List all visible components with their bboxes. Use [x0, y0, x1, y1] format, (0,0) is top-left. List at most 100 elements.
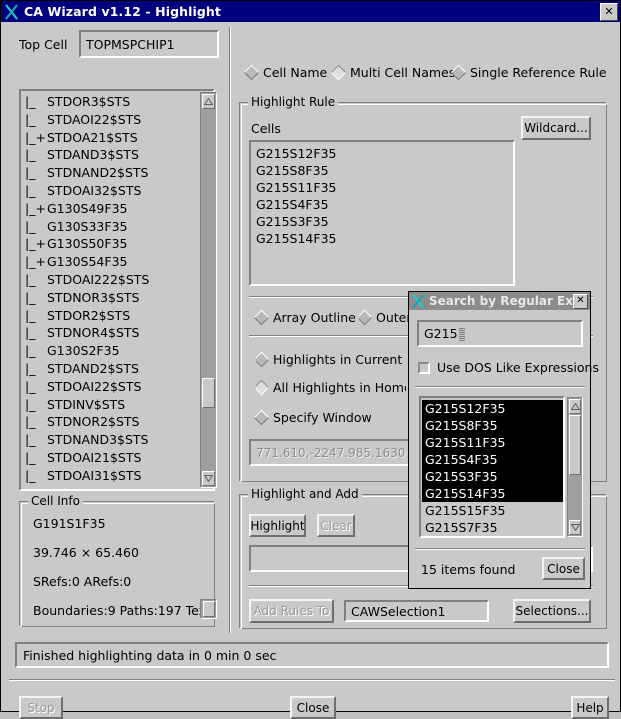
tree-item-prefix: |_ — [25, 449, 36, 465]
search-result-item[interactable]: G215S12F35 — [422, 400, 563, 417]
tree-item[interactable]: |_ STDOR3$STS — [21, 93, 213, 111]
tree-item[interactable]: |_ STDOAI31$STS — [21, 467, 213, 485]
tree-item[interactable]: |_ STDAND3$STS — [21, 146, 213, 164]
window-client-area: Top Cell TOPMSPCHIP1 |_ STDOR3$STS |_ STDAO… — [1, 22, 620, 719]
cell-info-hscrollbar[interactable] — [200, 599, 217, 619]
tree-item-label: STDAND3$STS — [47, 147, 139, 163]
window-title: CA Wizard v1.12 - Highlight — [24, 4, 222, 19]
radio-single-reference-rule[interactable]: Single Reference Rule — [450, 64, 607, 81]
cell-info-group: Cell Info G191S1F35 39.746 × 65.460 SRef… — [19, 494, 215, 627]
tree-item-prefix: |_ — [25, 289, 36, 305]
tree-item-label: STDNOR3$STS — [47, 289, 140, 305]
radio-cell-name[interactable]: Cell Name — [243, 64, 327, 81]
search-result-item[interactable]: G215S3F35 — [422, 468, 563, 485]
tree-item[interactable]: |_ STDNOR4$STS — [21, 324, 213, 342]
cells-list-item[interactable]: G215S11F35 — [253, 179, 513, 196]
tree-item[interactable]: |_ STDOR2$STS — [21, 307, 213, 325]
use-dos-like-expressions-checkbox[interactable]: Use DOS Like Expressions — [418, 360, 599, 375]
cells-list-item[interactable]: G215S14F35 — [253, 230, 513, 247]
tree-item[interactable]: |_+ STDOA21$STS — [21, 129, 213, 147]
tree-item[interactable]: |_ STDOAI22$STS — [21, 378, 213, 396]
tree-item-label: STDNAND3$STS — [47, 432, 149, 448]
tree-item[interactable]: |_ STDOAI21$STS — [21, 449, 213, 467]
cell-tree-vscrollbar[interactable] — [200, 92, 217, 488]
specify-window-coords-field[interactable]: 771.610,-2247.985.1630 — [249, 439, 415, 466]
checkbox-icon — [418, 361, 430, 374]
cells-rows: G215S12F35 G215S8F35 G215S11F35 G215S4F35 G2… — [251, 142, 513, 247]
search-query-field[interactable]: G215 — [417, 320, 583, 347]
search-close-button[interactable]: Close — [542, 557, 585, 580]
search-dialog-close-icon[interactable]: ✕ — [573, 293, 588, 309]
tree-item[interactable]: |_ STDNOR3$STS — [21, 289, 213, 307]
tree-item[interactable]: |_ STDINV$STS — [21, 396, 213, 414]
tree-item[interactable]: |_ STDNAND2$STS — [21, 164, 213, 182]
specify-window-coords-value: 771.610,-2247.985.1630 — [256, 445, 406, 460]
tree-item-prefix: |_ — [25, 147, 36, 163]
tree-item[interactable]: |_ STDOAI32$STS — [21, 182, 213, 200]
search-results-list[interactable]: G215S12F35 G215S8F35 G215S11F35 G215S4F35 G2… — [419, 396, 565, 538]
selections-button[interactable]: Selections... — [513, 599, 591, 623]
cells-list-item[interactable]: G215S4F35 — [253, 196, 513, 213]
search-results-vscrollbar[interactable] — [567, 397, 583, 537]
add-rules-to-button[interactable]: Add Rules To — [249, 599, 334, 623]
help-button[interactable]: Help — [571, 696, 609, 719]
search-result-item[interactable]: G215S4F35 — [422, 451, 563, 468]
highlight-button[interactable]: Highlight — [249, 514, 306, 537]
cells-listbox[interactable]: G215S12F35 G215S8F35 G215S11F35 G215S4F35 G2… — [249, 140, 515, 286]
cells-list-item[interactable]: G215S12F35 — [253, 145, 513, 162]
search-result-item[interactable]: G215S11F35 — [422, 434, 563, 451]
tree-item[interactable]: |_ STDAOI22$STS — [21, 111, 213, 129]
scroll-thumb[interactable] — [202, 378, 215, 408]
scroll-down-icon[interactable] — [202, 471, 215, 486]
tree-item-prefix: |_+ — [25, 236, 46, 252]
tree-item-prefix: |_+ — [25, 200, 46, 216]
cells-list-item[interactable]: G215S3F35 — [253, 213, 513, 230]
cells-list-item[interactable]: G215S8F35 — [253, 162, 513, 179]
clear-button[interactable]: Clear — [317, 514, 355, 537]
tree-item[interactable]: |_ STDAND2$STS — [21, 360, 213, 378]
radio-specify-window[interactable]: Specify Window — [253, 409, 372, 426]
radio-highlights-in-current-window[interactable]: Highlights in Current Window — [256, 352, 406, 368]
radio-all-highlights-in-home-window[interactable]: All Highlights in Home Window — [256, 380, 406, 396]
radio-diamond-icon — [256, 352, 270, 368]
highlight-and-add-legend: Highlight and Add — [248, 487, 362, 501]
radio-diamond-icon — [359, 310, 373, 326]
search-result-item[interactable]: G215S15F35 — [422, 502, 563, 519]
tree-item[interactable]: |_ STDNOR2$STS — [21, 413, 213, 431]
tree-item-label: STDNAND2$STS — [47, 165, 149, 181]
wildcard-button[interactable]: Wildcard... — [521, 116, 591, 140]
tree-item-label: STDAND2$STS — [47, 360, 139, 376]
tree-item[interactable]: |_ STDOAI222$STS — [21, 271, 213, 289]
tree-item-label: STDINV$STS — [47, 396, 126, 412]
highlight-rule-legend: Highlight Rule — [248, 95, 339, 109]
tree-item-label: STDOR3$STS — [47, 94, 131, 109]
radio-outer-outline[interactable]: Outer Outline — [359, 310, 409, 326]
cell-tree-list[interactable]: |_ STDOR3$STS |_ STDAOI22$STS |_+ STDOA21$STS… — [19, 89, 215, 491]
scroll-down-icon[interactable] — [569, 520, 581, 535]
tree-item-prefix: |_ — [25, 378, 36, 394]
search-result-item[interactable]: G215S14F35 — [422, 485, 563, 502]
tree-item[interactable]: |_+ G130S50F35 — [21, 235, 213, 253]
search-result-item[interactable]: G215S7F35 — [422, 519, 563, 536]
tree-item-prefix: |_ — [25, 343, 36, 359]
radio-array-outline[interactable]: Array Outline — [253, 309, 356, 326]
radio-multi-cell-names[interactable]: Multi Cell Names — [330, 64, 455, 81]
scroll-up-icon[interactable] — [569, 399, 581, 414]
selection-name-field[interactable]: CAWSelection1 — [344, 600, 489, 622]
radio-label: Array Outline — [273, 310, 356, 325]
window-close-button[interactable]: ✕ — [600, 2, 618, 21]
search-result-item[interactable]: G215S8F35 — [422, 417, 563, 434]
tree-item[interactable]: |_ G130S33F35 — [21, 218, 213, 236]
stop-button[interactable]: Stop — [19, 696, 63, 719]
top-cell-field[interactable]: TOPMSPCHIP1 — [79, 30, 219, 58]
scroll-up-icon[interactable] — [202, 94, 215, 109]
radio-diamond-icon — [450, 64, 467, 81]
scroll-thumb[interactable] — [569, 415, 581, 475]
status-bar: Finished highlighting data in 0 min 0 se… — [15, 642, 609, 668]
close-button[interactable]: Close — [290, 696, 336, 719]
tree-item[interactable]: |_+ G130S49F35 — [21, 200, 213, 218]
tree-item[interactable]: |_+ G130S54F35 — [21, 253, 213, 271]
tree-item[interactable]: |_ STDNAND3$STS — [21, 431, 213, 449]
tree-item-label: STDOAI21$STS — [47, 449, 142, 465]
tree-item[interactable]: |_ G130S2F35 — [21, 342, 213, 360]
